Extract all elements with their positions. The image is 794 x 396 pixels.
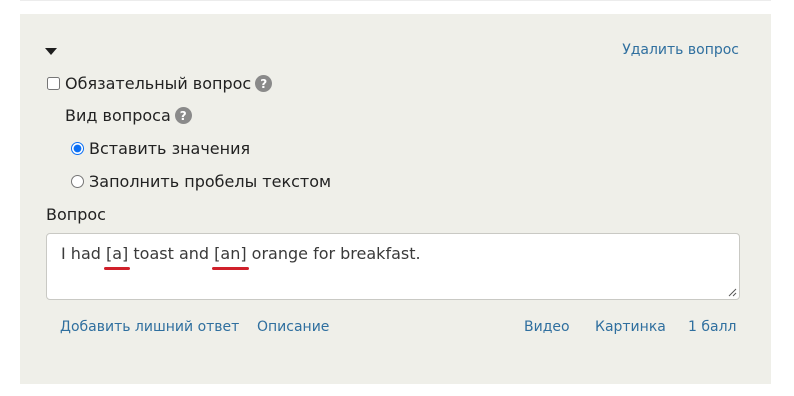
question-kind-row: Вид вопроса ?: [65, 106, 192, 125]
kind-radio-fill-gaps[interactable]: [71, 175, 84, 188]
score-link[interactable]: 1 балл: [688, 319, 736, 335]
video-link[interactable]: Видео: [524, 319, 570, 335]
gap-marker: [a]: [103, 244, 131, 270]
top-divider: [20, 0, 771, 5]
text-segment: orange for breakfast.: [246, 244, 421, 263]
kind-option-insert-values[interactable]: Вставить значения: [70, 139, 250, 158]
required-question-row: Обязательный вопрос ?: [46, 74, 273, 93]
kind-option-fill-gaps[interactable]: Заполнить пробелы текстом: [70, 172, 331, 191]
text-segment: toast and: [128, 244, 215, 263]
caret-down-icon[interactable]: [45, 48, 57, 55]
delete-question-link[interactable]: Удалить вопрос: [622, 42, 739, 58]
kind-option-label: Заполнить пробелы текстом: [89, 172, 332, 191]
resize-grip-icon[interactable]: [727, 287, 737, 297]
question-panel: Удалить вопрос Обязательный вопрос ? Вид…: [20, 14, 771, 384]
text-segment: I had: [61, 244, 106, 263]
required-question-checkbox[interactable]: [47, 77, 60, 90]
question-kind-label: Вид вопроса: [65, 106, 171, 125]
gap-marker: [an]: [212, 244, 250, 270]
kind-radio-insert-values[interactable]: [71, 142, 84, 155]
kind-option-label: Вставить значения: [89, 139, 251, 158]
question-circle-icon[interactable]: ?: [255, 75, 273, 92]
required-question-label: Обязательный вопрос: [65, 74, 252, 93]
question-circle-icon[interactable]: ?: [174, 107, 192, 124]
description-link[interactable]: Описание: [257, 319, 329, 335]
add-extra-answer-link[interactable]: Добавить лишний ответ: [60, 319, 239, 335]
question-text-input[interactable]: I had [a] toast and [an] orange for brea…: [46, 233, 740, 300]
question-text-content: I had [a] toast and [an] orange for brea…: [61, 244, 421, 270]
picture-link[interactable]: Картинка: [595, 319, 666, 335]
question-text-label: Вопрос: [46, 205, 106, 224]
